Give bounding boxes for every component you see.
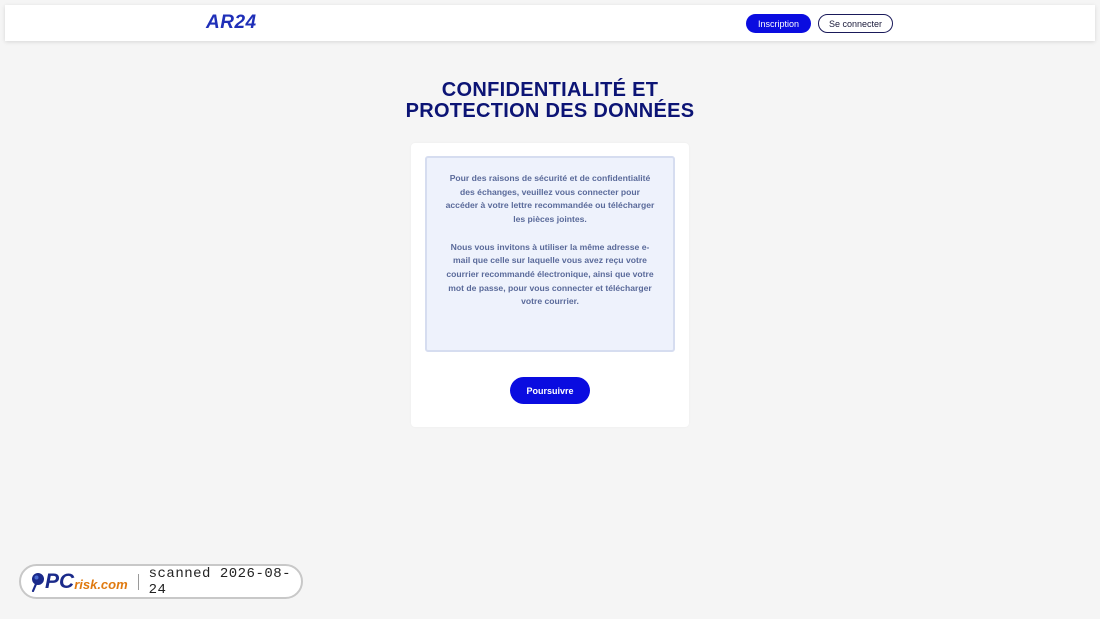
info-paragraph-email: Nous vous invitons à utiliser la même ad… [446, 241, 654, 307]
info-paragraph-security: Pour des raisons de sécurité et de confi… [445, 173, 655, 225]
pcrisk-brand-pc: PC [45, 569, 75, 593]
magnifier-icon [31, 572, 44, 592]
privacy-card: Pour des raisons de sécurité et de confi… [411, 143, 689, 427]
watermark-divider [137, 573, 139, 590]
continue-button[interactable]: Poursuivre [510, 377, 590, 404]
page-title: CONFIDENTIALITÉ ET PROTECTION DES DONNÉE… [0, 80, 1100, 122]
pcrisk-logo: PC risk.com [31, 570, 128, 594]
signup-button[interactable]: Inscription [746, 14, 811, 33]
pcrisk-watermark: PC risk.com scanned 2026-08-24 [19, 564, 303, 599]
page-title-line1: CONFIDENTIALITÉ ET [441, 79, 659, 101]
info-box: Pour des raisons de sécurité et de confi… [425, 156, 675, 352]
top-navbar: AR24 Inscription Se connecter [5, 5, 1095, 41]
login-button[interactable]: Se connecter [818, 14, 893, 33]
scan-date-text: scanned 2026-08-24 [148, 565, 292, 598]
ar24-logo[interactable]: AR24 [206, 12, 257, 34]
pcrisk-brand-risk: risk.com [74, 576, 128, 592]
page-title-line2: PROTECTION DES DONNÉES [405, 100, 695, 122]
